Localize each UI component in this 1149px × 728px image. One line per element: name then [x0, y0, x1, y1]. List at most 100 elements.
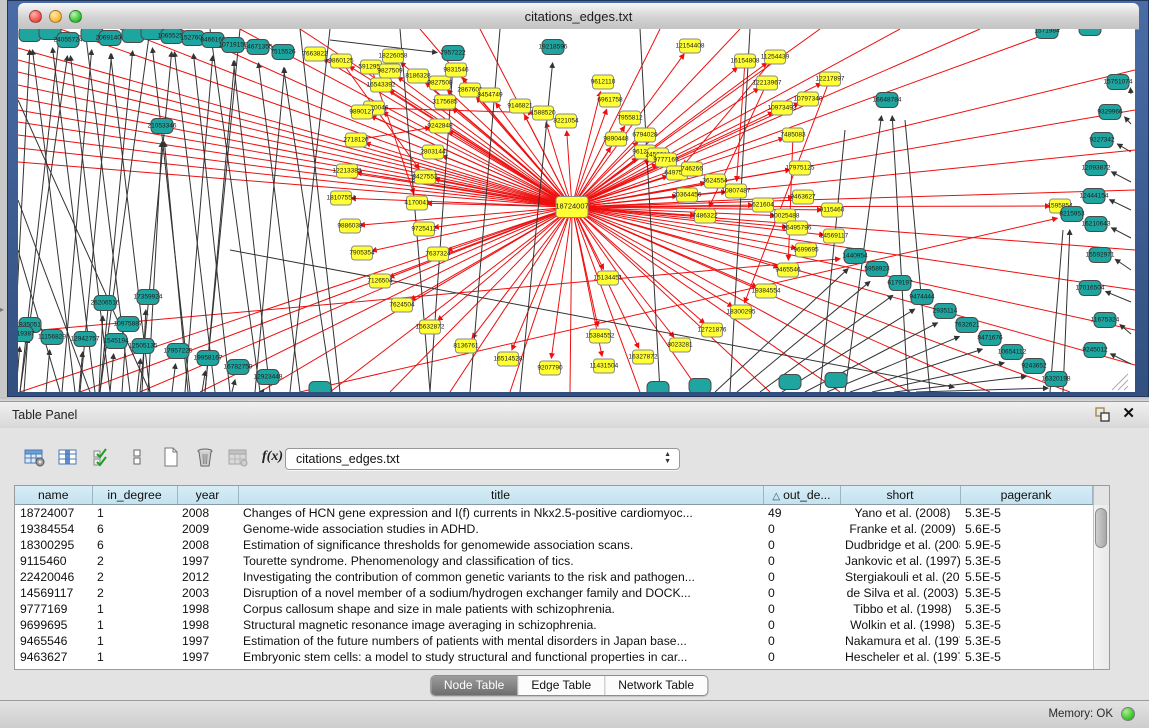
graph-node[interactable]: 14569117 [820, 229, 849, 243]
graph-node[interactable]: 3175685 [432, 95, 458, 109]
graph-node[interactable]: 9474444 [909, 290, 935, 305]
vertical-scrollbar[interactable] [1093, 505, 1109, 669]
memory-indicator[interactable] [1121, 707, 1135, 721]
graph-node[interactable]: 9242848 [427, 119, 453, 133]
table-cell[interactable]: 1 [92, 505, 177, 522]
graph-node[interactable]: 7624504 [389, 298, 415, 312]
table-cell[interactable]: 1 [92, 601, 177, 617]
graph-node[interactable]: 7126504 [367, 274, 393, 288]
graph-node[interactable]: 12721876 [698, 323, 727, 337]
graph-node[interactable]: 7637324 [425, 247, 451, 261]
table-selector-dropdown[interactable]: citations_edges.txt ▲▼ [285, 448, 680, 470]
graph-node[interactable]: 9890448 [603, 132, 629, 146]
graph-node[interactable]: 19958167 [194, 351, 223, 366]
function-builder-icon[interactable]: f(x) [260, 445, 285, 469]
graph-node[interactable]: 9831546 [443, 63, 469, 77]
graph-node[interactable]: 8215953 [1059, 207, 1085, 222]
graph-node[interactable] [19, 29, 41, 42]
table-row[interactable]: 946554611997Estimation of the future num… [15, 633, 1092, 649]
graph-node[interactable]: 10797340 [794, 92, 823, 106]
graph-node[interactable]: 1440954 [842, 249, 868, 264]
graph-node[interactable]: 7632621 [954, 318, 980, 333]
column-header-out_de[interactable]: △out_de... [763, 486, 840, 505]
table-row[interactable]: 1456911722003Disruption of a novel membe… [15, 585, 1092, 601]
table-cell[interactable]: 49 [763, 505, 840, 522]
table-cell[interactable]: Stergiakouli et al. (2012) [840, 569, 960, 585]
table-cell[interactable]: Disruption of a novel member of a sodium… [238, 585, 763, 601]
graph-node[interactable]: 14671355 [244, 40, 273, 55]
graph-node[interactable]: 12505135 [129, 339, 158, 354]
table-cell[interactable]: 1997 [177, 633, 238, 649]
window-titlebar[interactable]: citations_edges.txt [18, 3, 1139, 30]
graph-node[interactable]: 9827509 [377, 64, 403, 78]
graph-node[interactable]: 17975125 [786, 161, 815, 175]
graph-node[interactable]: 7957222 [440, 46, 466, 61]
graph-node[interactable]: 9245012 [1082, 343, 1108, 358]
graph-node[interactable]: 19218596 [539, 40, 568, 55]
table-cell[interactable]: 1998 [177, 617, 238, 633]
graph-node[interactable]: 11156829 [38, 330, 66, 345]
graph-node[interactable]: 12154408 [676, 39, 705, 53]
graph-node[interactable]: 9207790 [537, 361, 563, 375]
import-table-icon[interactable] [226, 445, 251, 469]
graph-node[interactable]: 10654112 [998, 345, 1027, 360]
table-cell[interactable]: Investigating the contribution of common… [238, 569, 763, 585]
graph-node[interactable]: 12942757 [71, 332, 100, 347]
graph-node[interactable]: 8427552 [412, 170, 438, 184]
table-cell[interactable]: Genome-wide association studies in ADHD. [238, 521, 763, 537]
table-cell[interactable]: 0 [763, 617, 840, 633]
delete-table-icon[interactable] [192, 445, 217, 469]
graph-node[interactable]: 9777169 [653, 153, 679, 167]
graph-node[interactable] [309, 382, 331, 393]
graph-node[interactable]: 6794028 [632, 128, 658, 142]
table-cell[interactable]: Franke et al. (2009) [840, 521, 960, 537]
graph-node[interactable]: 8023281 [667, 338, 693, 352]
graph-node[interactable]: 2803144 [420, 145, 446, 159]
graph-node[interactable]: 10975887 [114, 317, 143, 332]
table-row[interactable]: 1872400712008Changes of HCN gene express… [15, 505, 1092, 522]
table-cell[interactable]: 5.3E-5 [960, 633, 1092, 649]
graph-node[interactable]: 17957225 [164, 344, 193, 359]
table-cell[interactable]: 18300295 [15, 537, 92, 553]
graph-node[interactable]: 3624554 [702, 174, 728, 188]
graph-node[interactable]: 16495796 [783, 221, 812, 235]
table-cell[interactable]: Nakamura et al. (1997) [840, 633, 960, 649]
table-cell[interactable]: 2 [92, 585, 177, 601]
table-cell[interactable]: Structural magnetic resonance image aver… [238, 617, 763, 633]
table-cell[interactable]: 9465546 [15, 633, 92, 649]
graph-node[interactable]: 7485083 [780, 128, 806, 142]
graph-node[interactable]: 2935114 [933, 304, 958, 319]
graph-node[interactable]: 12217897 [816, 72, 845, 86]
graph-node[interactable]: 17016504 [1076, 281, 1105, 296]
table-cell[interactable]: 6 [92, 521, 177, 537]
graph-node[interactable]: 16210643 [1082, 217, 1111, 232]
graph-node[interactable]: 9146821 [507, 99, 533, 113]
graph-node[interactable]: 7955812 [617, 111, 643, 125]
graph-node[interactable]: 11254439 [761, 50, 790, 64]
table-cell[interactable]: 0 [763, 585, 840, 601]
graph-node[interactable]: 9612110 [591, 75, 616, 89]
graph-node[interactable]: 8454749 [477, 88, 503, 102]
table-cell[interactable]: 1997 [177, 553, 238, 569]
table-cell[interactable]: 1 [92, 633, 177, 649]
table-cell[interactable]: 9699695 [15, 617, 92, 633]
graph-node[interactable]: 15134451 [594, 271, 623, 285]
table-cell[interactable]: 9115460 [15, 553, 92, 569]
table-cell[interactable]: 1 [92, 649, 177, 665]
graph-node[interactable]: 15751074 [1104, 75, 1133, 90]
graph-node[interactable]: 1571984 [1034, 29, 1060, 39]
graph-node[interactable]: 12444154 [1080, 189, 1109, 204]
graph-node[interactable]: 9725412 [411, 222, 437, 236]
graph-node[interactable]: 19384554 [752, 284, 781, 298]
table-cell[interactable]: 0 [763, 601, 840, 617]
table-cell[interactable]: 2003 [177, 585, 238, 601]
table-cell[interactable]: 19384554 [15, 521, 92, 537]
graph-node[interactable] [1079, 29, 1101, 36]
table-cell[interactable]: 5.3E-5 [960, 649, 1092, 665]
table-cell[interactable]: Tibbo et al. (1998) [840, 601, 960, 617]
graph-node[interactable]: 20364456 [673, 188, 702, 202]
graph-node[interactable]: 9463627 [790, 190, 816, 204]
close-panel-icon[interactable]: ✕ [1122, 406, 1135, 422]
table-cell[interactable]: 2012 [177, 569, 238, 585]
column-header-short[interactable]: short [840, 486, 960, 505]
